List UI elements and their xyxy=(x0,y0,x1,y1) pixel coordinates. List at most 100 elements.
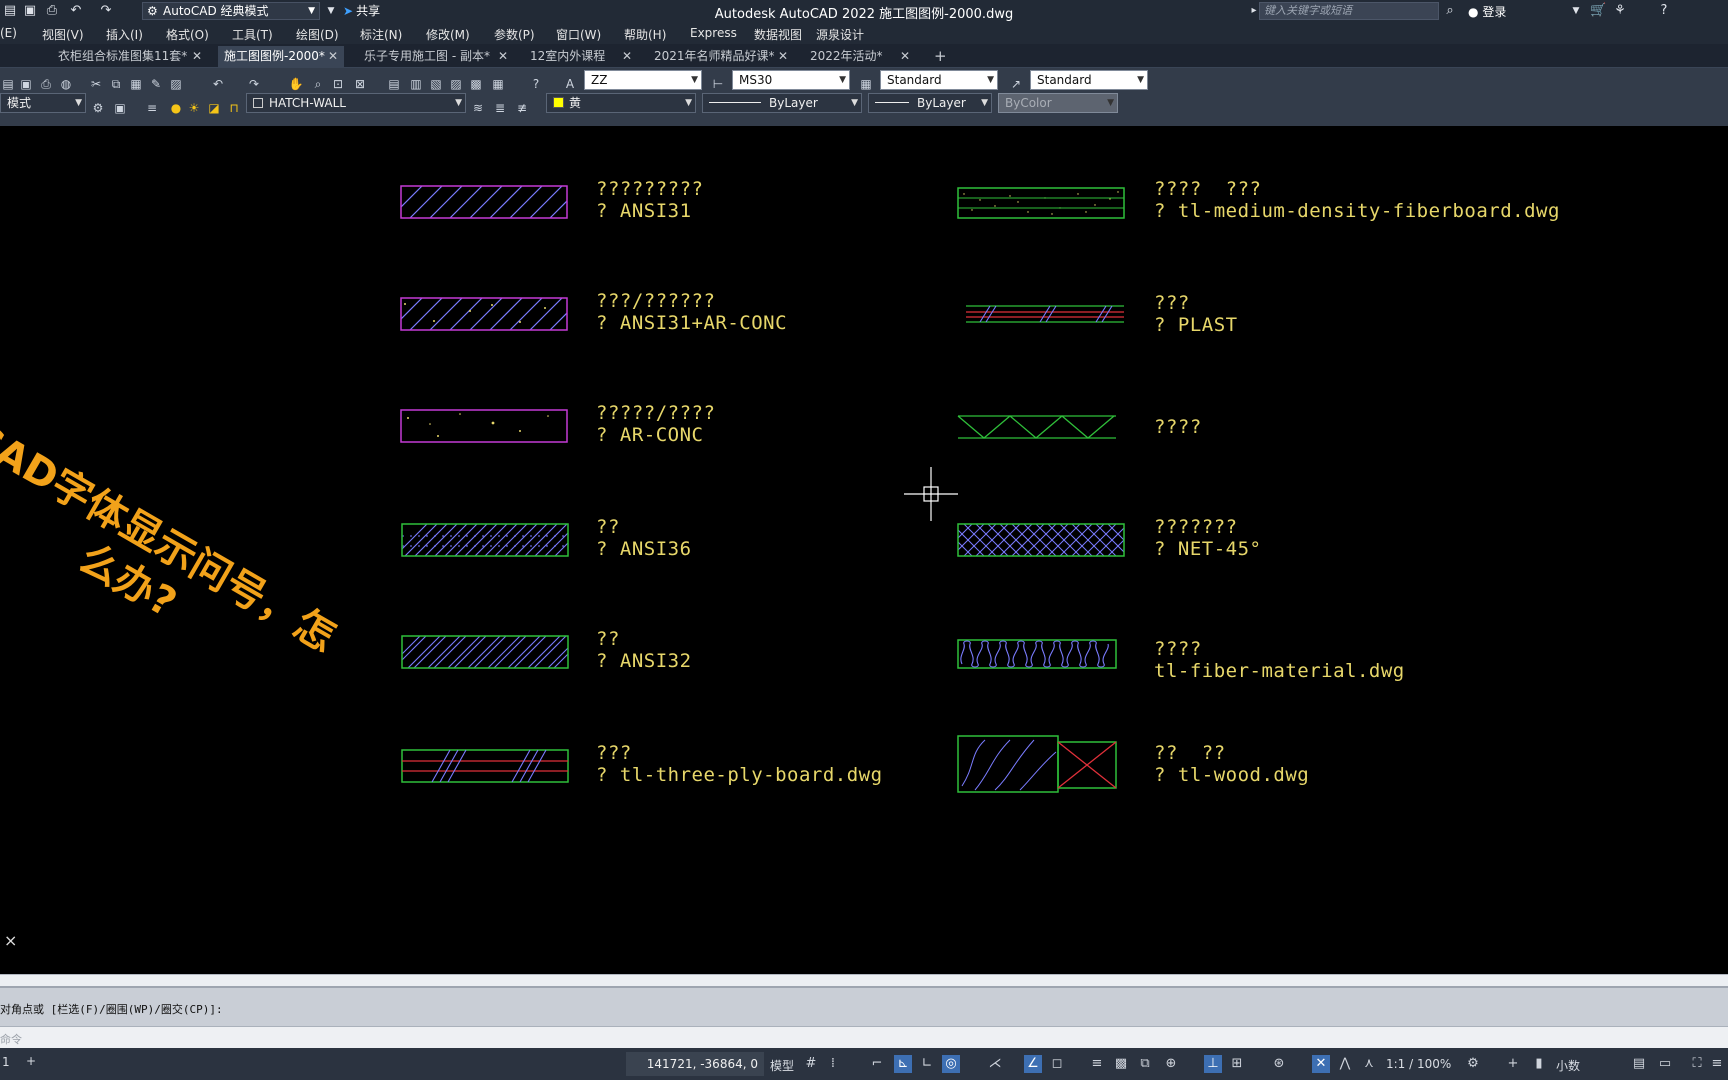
text-style-select[interactable]: ZZ ▼ xyxy=(584,70,702,90)
snap-icon[interactable]: ⁞ xyxy=(824,1055,842,1073)
layer-select[interactable]: HATCH-WALL ▼ xyxy=(246,93,466,113)
customize-icon[interactable]: ≡ xyxy=(1708,1055,1726,1073)
drawing-canvas[interactable]: ?????????? ANSI31 ???/??????? ANSI31+AR-… xyxy=(0,126,1728,974)
markup-icon[interactable]: ▩ xyxy=(468,76,484,92)
isodraft-icon[interactable]: ◎ xyxy=(942,1055,960,1073)
model-space-button[interactable]: 模型 xyxy=(770,1057,794,1074)
open-icon[interactable]: ▤ xyxy=(0,76,16,92)
doc-tab[interactable]: 12室内外课程 ✕ xyxy=(524,46,638,68)
tool-palettes-icon[interactable]: ▧ xyxy=(428,76,444,92)
make-current-layer-icon[interactable]: ≡ xyxy=(144,100,160,116)
pan-icon[interactable]: ✋ xyxy=(288,76,304,92)
viewport-freeze-icon[interactable]: ◪ xyxy=(206,100,222,116)
polar-icon[interactable]: ∟ xyxy=(918,1055,936,1073)
mleader-style-icon[interactable]: ↗ xyxy=(1008,76,1024,92)
linetype-select[interactable]: ByLayer ▼ xyxy=(702,93,862,113)
new-tab-plus-icon[interactable]: + xyxy=(934,47,947,65)
horizontal-scrollbar[interactable] xyxy=(0,974,1728,986)
add-layout-icon[interactable]: + xyxy=(26,1054,36,1068)
isolate-objects-icon[interactable]: ▭ xyxy=(1656,1055,1674,1073)
menu-item-window[interactable]: 窗口(W) xyxy=(556,26,601,43)
menu-item-express[interactable]: Express xyxy=(690,26,737,40)
ortho-icon[interactable]: ⊾ xyxy=(894,1055,912,1073)
grid-icon[interactable]: # xyxy=(802,1055,820,1073)
sheet-set-icon[interactable]: ▨ xyxy=(448,76,464,92)
menu-item-format[interactable]: 格式(O) xyxy=(166,26,209,43)
paste-icon[interactable]: ▦ xyxy=(128,76,144,92)
design-center-icon[interactable]: ▥ xyxy=(408,76,424,92)
table-style-icon[interactable]: ▦ xyxy=(858,76,874,92)
transparency-icon[interactable]: ▩ xyxy=(1112,1055,1130,1073)
close-icon[interactable]: ✕ xyxy=(328,46,338,66)
annotation-scale-icon[interactable]: ⋏ xyxy=(1360,1055,1378,1073)
zoom-window-icon[interactable]: ⊡ xyxy=(330,76,346,92)
menu-item-help[interactable]: 帮助(H) xyxy=(624,26,666,43)
login-button[interactable]: ● 登录 xyxy=(1468,3,1506,20)
layer-match-icon[interactable]: ≣ xyxy=(492,100,508,116)
cart-icon[interactable]: 🛒 xyxy=(1590,3,1606,19)
plus-icon[interactable]: + xyxy=(1504,1055,1522,1073)
layer-previous-icon[interactable]: ≋ xyxy=(470,100,486,116)
close-icon[interactable]: ✕ xyxy=(498,46,508,66)
menu-item-parametric[interactable]: 参数(P) xyxy=(494,26,535,43)
chevron-down-icon[interactable]: ▼ xyxy=(1568,3,1584,19)
doc-tab[interactable]: 衣柜组合标准图集11套* ✕ xyxy=(52,46,208,68)
unlock-icon[interactable]: ⊓ xyxy=(226,100,242,116)
dim-style-select[interactable]: MS30 ▼ xyxy=(732,70,850,90)
close-icon[interactable]: ✕ xyxy=(622,46,632,66)
doc-tab-active[interactable]: 施工图图例-2000* ✕ xyxy=(218,46,344,68)
copy-icon[interactable]: ⧉ xyxy=(108,76,124,92)
layer-isolate-icon[interactable]: ≢ xyxy=(514,100,530,116)
layout-tab-icon[interactable]: 1 xyxy=(2,1055,10,1069)
close-icon[interactable]: ✕ xyxy=(900,46,910,66)
workspace-icon[interactable]: ⊛ xyxy=(1270,1055,1288,1073)
menu-item-data-view[interactable]: 数据视图 xyxy=(754,26,802,43)
annotation-scale-select[interactable]: 1:1 / 100% xyxy=(1386,1057,1451,1071)
undo-icon[interactable]: ↶ xyxy=(210,76,226,92)
annotation-monitor-icon[interactable]: ⊞ xyxy=(1228,1055,1246,1073)
menu-item-insert[interactable]: 插入(I) xyxy=(106,26,143,43)
clean-screen-icon[interactable]: ⛶ xyxy=(1688,1055,1706,1073)
close-icon[interactable]: ✕ xyxy=(778,46,788,66)
lineweight-icon[interactable]: ≡ xyxy=(1088,1055,1106,1073)
redo-icon[interactable]: ↷ xyxy=(246,76,262,92)
close-icon[interactable]: ✕ xyxy=(192,46,202,66)
layer-states-icon[interactable]: ▣ xyxy=(112,100,128,116)
settings-icon[interactable]: ⚙ xyxy=(1464,1055,1482,1073)
menu-item-tools[interactable]: 工具(T) xyxy=(232,26,273,43)
plot-icon[interactable]: ⎙ xyxy=(38,76,54,92)
layer-properties-icon[interactable]: ⚙ xyxy=(90,100,106,116)
sun-icon[interactable]: ☀ xyxy=(186,100,202,116)
block-editor-icon[interactable]: ▨ xyxy=(168,76,184,92)
help-icon[interactable]: ? xyxy=(528,76,544,92)
object-snap-icon[interactable]: ∠ xyxy=(1024,1055,1042,1073)
dynamic-ucs-icon[interactable]: ⊕ xyxy=(1162,1055,1180,1073)
properties-icon[interactable]: ▤ xyxy=(1630,1055,1648,1073)
properties-icon[interactable]: ▤ xyxy=(386,76,402,92)
menu-item-view[interactable]: 视图(V) xyxy=(42,26,84,43)
menu-item-dimension[interactable]: 标注(N) xyxy=(360,26,402,43)
publish-icon[interactable]: ◍ xyxy=(58,76,74,92)
cut-icon[interactable]: ✂ xyxy=(88,76,104,92)
units-select[interactable]: 小数 xyxy=(1556,1057,1580,1074)
table-style-select[interactable]: Standard ▼ xyxy=(880,70,998,90)
command-input[interactable]: 命令 xyxy=(0,1031,22,1047)
auto-scale-icon[interactable]: ⋀ xyxy=(1336,1055,1354,1073)
doc-tab[interactable]: 2022年活动* ✕ xyxy=(804,46,916,68)
object-snap-tracking-icon[interactable]: ⋌ xyxy=(986,1055,1004,1073)
annotation-visibility-icon[interactable]: ✕ xyxy=(1312,1055,1330,1073)
calculator-icon[interactable]: ▦ xyxy=(490,76,506,92)
units-icon[interactable]: ▮ xyxy=(1530,1055,1548,1073)
infer-constraints-icon[interactable]: ⌐ xyxy=(868,1055,886,1073)
mleader-style-select[interactable]: Standard ▼ xyxy=(1030,70,1148,90)
menu-item-edit[interactable]: (E) xyxy=(0,26,17,40)
zoom-realtime-icon[interactable]: ⌕ xyxy=(310,76,326,92)
doc-tab[interactable]: 乐子专用施工图 - 副本* ✕ xyxy=(358,46,514,68)
doc-tab[interactable]: 2021年名师精品好课* ✕ xyxy=(648,46,794,68)
search-input[interactable]: 键入关键字或短语 xyxy=(1259,2,1439,20)
match-properties-icon[interactable]: ✎ xyxy=(148,76,164,92)
dim-style-icon[interactable]: ⊢ xyxy=(710,76,726,92)
menu-item-modify[interactable]: 修改(M) xyxy=(426,26,470,43)
selection-cycling-icon[interactable]: ⧉ xyxy=(1136,1055,1154,1073)
autodesk-app-icon[interactable]: ⚘ xyxy=(1612,3,1628,19)
